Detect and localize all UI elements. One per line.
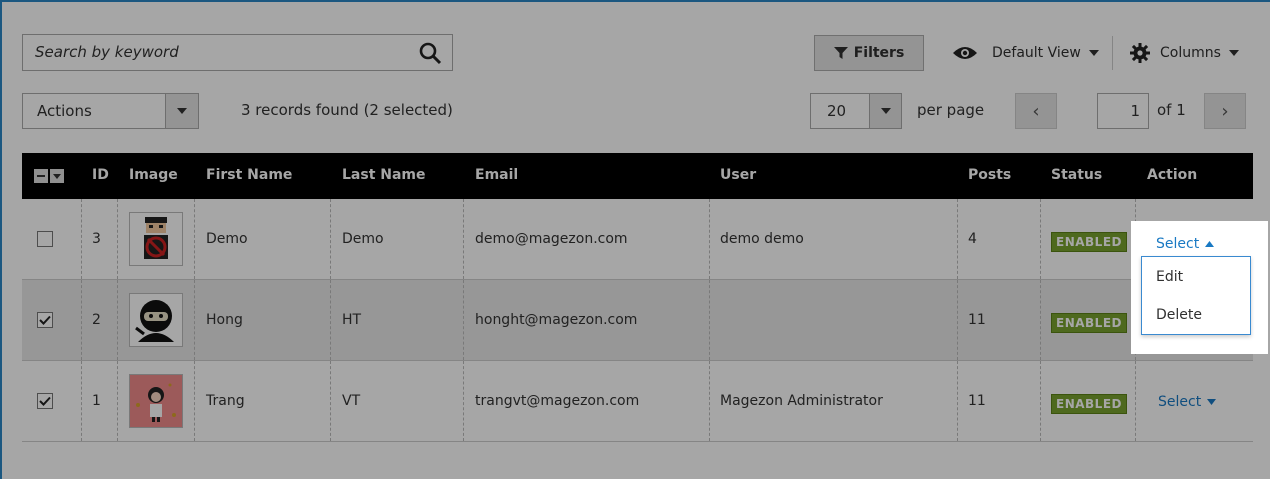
- action-menu: Edit Delete: [1141, 256, 1251, 335]
- caret-down-icon: [880, 108, 891, 114]
- column-header-last-name[interactable]: Last Name: [342, 167, 426, 183]
- cell-id: 2: [92, 312, 101, 328]
- column-header-image[interactable]: Image: [129, 167, 178, 183]
- cell-email: demo@magezon.com: [475, 231, 628, 247]
- filters-button[interactable]: Filters: [814, 35, 924, 71]
- status-badge: ENABLED: [1051, 313, 1127, 333]
- toolbar-divider: [1112, 36, 1113, 70]
- table-header: ID Image First Name Last Name Email User…: [22, 153, 1253, 199]
- column-header-id[interactable]: ID: [92, 167, 109, 183]
- per-page-value: 20: [827, 102, 847, 120]
- page-number-input[interactable]: 1: [1097, 93, 1149, 129]
- cell-user: Magezon Administrator: [720, 393, 883, 409]
- data-grid: ID Image First Name Last Name Email User…: [22, 153, 1253, 442]
- search-input[interactable]: Search by keyword: [22, 34, 453, 71]
- mass-select-toggle[interactable]: [34, 169, 66, 183]
- default-view-dropdown[interactable]: Default View: [952, 40, 1099, 66]
- per-page-select[interactable]: 20: [810, 93, 902, 129]
- cell-last-name: Demo: [342, 231, 384, 247]
- cell-first-name: Hong: [206, 312, 243, 328]
- status-badge: ENABLED: [1051, 394, 1127, 414]
- caret-up-icon: [1205, 241, 1215, 247]
- action-dropdown-highlight: Select Edit Delete: [1131, 221, 1268, 354]
- table-row: 1 Trang VT trangvt@magezon.com Magezon A…: [22, 361, 1253, 442]
- actions-label: Actions: [37, 102, 92, 120]
- chevron-left-icon: ‹: [1032, 100, 1040, 122]
- row-action-label: Select: [1158, 394, 1202, 410]
- cell-email: honght@magezon.com: [475, 312, 638, 328]
- eye-icon: [953, 47, 977, 59]
- avatar: [129, 293, 183, 347]
- checkmark-icon: [39, 315, 51, 325]
- columns-label: Columns: [1160, 45, 1221, 61]
- avatar: [129, 212, 183, 266]
- cell-posts: 11: [968, 312, 986, 328]
- cell-first-name: Trang: [206, 393, 245, 409]
- row-checkbox[interactable]: [37, 231, 53, 247]
- records-count: 3 records found (2 selected): [241, 101, 453, 119]
- column-header-first-name[interactable]: First Name: [206, 167, 292, 183]
- column-header-status[interactable]: Status: [1051, 167, 1102, 183]
- per-page-dropdown-toggle[interactable]: [869, 94, 901, 128]
- row-action-select[interactable]: Select: [1158, 394, 1217, 410]
- cell-last-name: VT: [342, 393, 361, 409]
- previous-page-button[interactable]: ‹: [1015, 93, 1057, 129]
- table-row: 3 Demo Demo demo@magezon.com demo demo 4…: [22, 199, 1253, 280]
- caret-down-icon: [1088, 50, 1099, 56]
- chevron-right-icon: ›: [1221, 100, 1229, 122]
- actions-dropdown-toggle[interactable]: [165, 94, 198, 128]
- columns-dropdown[interactable]: Columns: [1130, 40, 1239, 66]
- checkbox-indeterminate-icon: [34, 169, 48, 183]
- grid-panel: Search by keyword Filters Default View C: [0, 0, 1270, 479]
- filters-label: Filters: [853, 45, 905, 61]
- per-page-label: per page: [917, 101, 985, 119]
- filter-icon: [833, 47, 848, 59]
- status-badge: ENABLED: [1051, 232, 1127, 252]
- next-page-button[interactable]: ›: [1204, 93, 1246, 129]
- cell-id: 1: [92, 393, 101, 409]
- gear-icon: [1130, 43, 1150, 63]
- search-placeholder: Search by keyword: [35, 43, 179, 61]
- cell-last-name: HT: [342, 312, 362, 328]
- caret-down-icon: [1207, 399, 1217, 405]
- menu-item-edit[interactable]: Edit: [1142, 257, 1250, 295]
- cell-first-name: Demo: [206, 231, 248, 247]
- view-label: Default View: [992, 45, 1081, 61]
- column-header-email[interactable]: Email: [475, 167, 518, 183]
- cell-posts: 11: [968, 393, 986, 409]
- cell-posts: 4: [968, 231, 977, 247]
- column-header-action: Action: [1147, 167, 1198, 183]
- caret-down-icon: [177, 108, 187, 114]
- caret-down-icon: [1228, 50, 1239, 56]
- cell-id: 3: [92, 231, 101, 247]
- row-action-select-open[interactable]: Select: [1156, 236, 1215, 252]
- page-total-label: of 1: [1157, 101, 1186, 119]
- avatar: [129, 374, 183, 428]
- mass-actions-select[interactable]: Actions: [22, 93, 199, 129]
- menu-item-delete[interactable]: Delete: [1142, 295, 1250, 333]
- cell-email: trangvt@magezon.com: [475, 393, 640, 409]
- column-header-user[interactable]: User: [720, 167, 756, 183]
- search-icon[interactable]: [418, 41, 442, 65]
- row-checkbox[interactable]: [37, 393, 53, 409]
- checkmark-icon: [39, 396, 51, 406]
- row-checkbox[interactable]: [37, 312, 53, 328]
- cell-user: demo demo: [720, 231, 804, 247]
- caret-down-icon: [50, 169, 64, 183]
- column-header-posts[interactable]: Posts: [968, 167, 1011, 183]
- table-row: 2 Hong HT honght@magezon.com 11 ENABLED: [22, 280, 1253, 361]
- row-action-label: Select: [1156, 236, 1200, 252]
